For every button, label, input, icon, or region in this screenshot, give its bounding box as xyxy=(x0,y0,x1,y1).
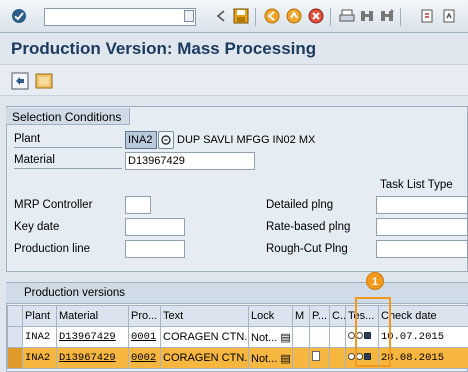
toolbar-separator xyxy=(255,8,256,26)
selection-conditions-heading: Selection Conditions xyxy=(6,108,131,125)
key-date-input[interactable] xyxy=(125,218,185,236)
lock-cell[interactable]: Not... ▤ xyxy=(248,326,293,348)
execute-icon[interactable] xyxy=(11,72,29,90)
version-cell[interactable]: 0002 xyxy=(128,347,161,369)
table-row[interactable]: INA2 D13967429 0002 CORAGEN CTN... Not..… xyxy=(7,347,468,369)
first-page-icon[interactable] xyxy=(418,7,436,25)
document-icon[interactable] xyxy=(312,351,320,361)
command-field[interactable] xyxy=(44,8,196,26)
detailed-plng-input[interactable] xyxy=(376,196,468,214)
column-header[interactable]: Text xyxy=(160,305,249,327)
c-cell[interactable] xyxy=(329,326,346,348)
scroll-left-icon[interactable] xyxy=(212,7,230,25)
print-icon[interactable] xyxy=(338,7,356,25)
check-date-cell: 10.07.2015 xyxy=(378,326,468,348)
production-line-input[interactable] xyxy=(125,240,185,258)
p-cell[interactable] xyxy=(309,347,330,369)
lock-value: Not... xyxy=(251,352,278,365)
find-icon[interactable] xyxy=(358,7,376,25)
text-cell[interactable]: CORAGEN CTN... xyxy=(160,347,249,369)
find-next-icon[interactable] xyxy=(378,7,396,25)
toolbar-separator xyxy=(330,8,331,26)
plant-description: DUP SAVLI MFGG IN02 MX xyxy=(177,134,316,146)
material-cell[interactable]: D13967429 xyxy=(56,326,129,348)
select-all-cell[interactable] xyxy=(7,305,23,327)
variant-icon[interactable] xyxy=(35,72,53,90)
value-help-icon[interactable] xyxy=(158,131,174,149)
task-list-type-label: Task List Type xyxy=(380,179,453,191)
m-cell[interactable] xyxy=(292,326,310,348)
lock-value: Not... xyxy=(251,331,278,344)
previous-page-icon[interactable] xyxy=(440,7,458,25)
material-cell[interactable]: D13967429 xyxy=(56,347,129,369)
column-header[interactable]: Plant xyxy=(22,305,57,327)
mrp-controller-input[interactable] xyxy=(125,196,151,214)
plant-cell: INA2 xyxy=(22,347,57,369)
toolbar-separator xyxy=(400,8,401,26)
plant-cell: INA2 xyxy=(22,326,57,348)
callout-highlight-box xyxy=(355,297,391,367)
row-selector[interactable] xyxy=(7,347,23,369)
enter-icon[interactable] xyxy=(10,7,28,25)
dropdown-icon[interactable]: ▤ xyxy=(280,353,290,365)
cancel-icon[interactable] xyxy=(307,7,325,25)
back-icon[interactable] xyxy=(263,7,281,25)
production-line-label: Production line xyxy=(14,243,91,255)
check-date-cell: 28.08.2015 xyxy=(378,347,468,369)
column-header[interactable]: P... xyxy=(309,305,330,327)
key-date-label: Key date xyxy=(14,221,60,233)
column-header[interactable]: M xyxy=(292,305,310,327)
rate-based-plng-input[interactable] xyxy=(376,218,468,236)
rough-cut-plng-label: Rough-Cut Plng xyxy=(266,243,348,255)
rough-cut-plng-input[interactable] xyxy=(376,240,468,258)
p-cell[interactable] xyxy=(309,326,330,348)
production-versions-heading: Production versions xyxy=(6,283,468,304)
save-icon[interactable] xyxy=(232,7,250,25)
detailed-plng-label: Detailed plng xyxy=(266,199,334,211)
table-header-row: Plant Material Pro... Text Lock M P... C… xyxy=(7,305,468,327)
rate-based-plng-label: Rate-based plng xyxy=(266,221,351,233)
row-selector[interactable] xyxy=(7,326,23,348)
plant-label: Plant xyxy=(14,131,122,148)
callout-badge: 1 xyxy=(366,272,384,290)
standard-toolbar xyxy=(0,0,468,33)
table-row[interactable]: INA2 D13967429 0001 CORAGEN CTN... Not..… xyxy=(7,326,468,348)
mrp-controller-label: MRP Controller xyxy=(14,199,93,211)
plant-input[interactable]: INA2 xyxy=(125,131,157,149)
production-versions-table: Plant Material Pro... Text Lock M P... C… xyxy=(7,305,468,369)
column-header[interactable]: Pro... xyxy=(128,305,161,327)
version-cell[interactable]: 0001 xyxy=(128,326,161,348)
page-title: Production Version: Mass Processing xyxy=(11,39,317,58)
column-header[interactable]: C.. xyxy=(329,305,346,327)
column-header[interactable]: Lock xyxy=(248,305,293,327)
dropdown-icon[interactable]: ▤ xyxy=(280,332,290,344)
material-input[interactable]: D13967429 xyxy=(125,152,255,170)
m-cell[interactable] xyxy=(292,347,310,369)
column-header[interactable]: Material xyxy=(56,305,129,327)
application-toolbar xyxy=(0,64,468,96)
column-header[interactable]: Check date xyxy=(378,305,468,327)
lock-cell[interactable]: Not... ▤ xyxy=(248,347,293,369)
material-label: Material xyxy=(14,152,122,169)
c-cell[interactable] xyxy=(329,347,346,369)
text-cell[interactable]: CORAGEN CTN... xyxy=(160,326,249,348)
exit-icon[interactable] xyxy=(285,7,303,25)
